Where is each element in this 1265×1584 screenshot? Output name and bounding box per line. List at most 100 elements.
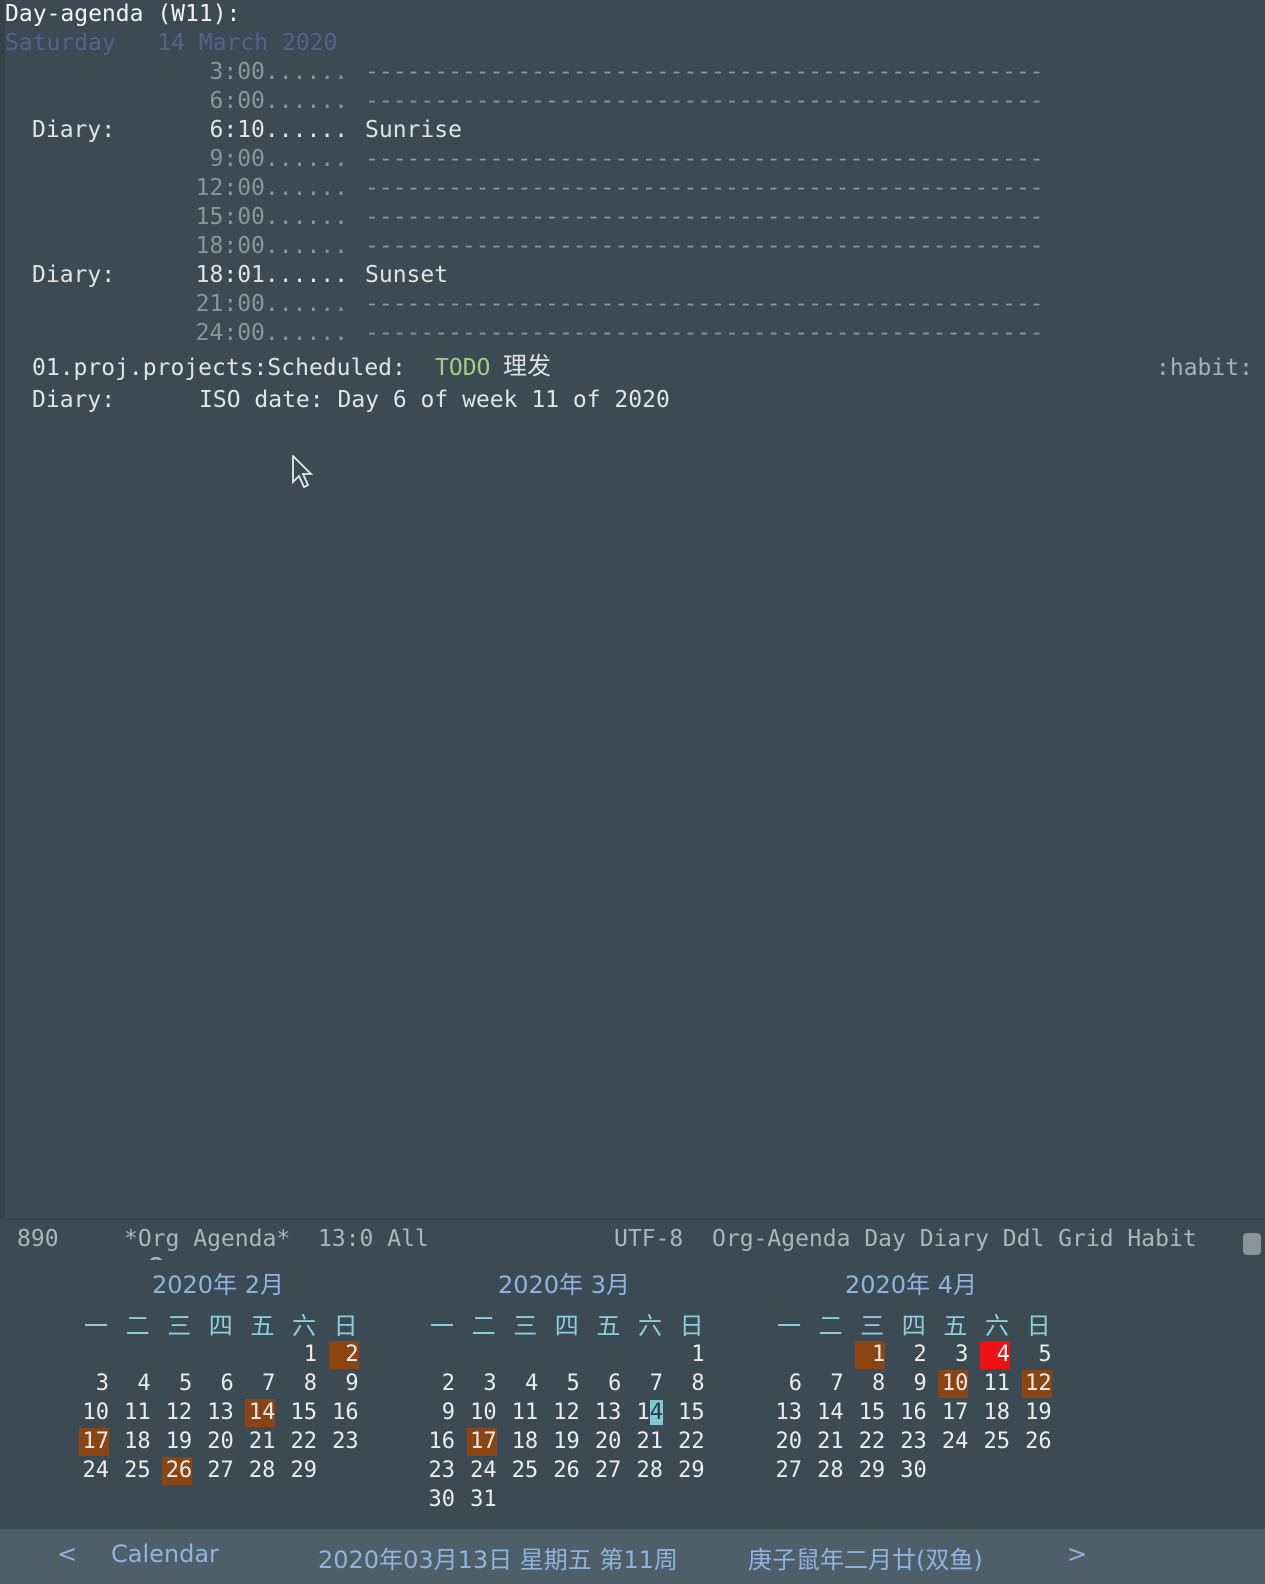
calendar-day[interactable]: 2: [328, 1341, 359, 1369]
calendar-day[interactable]: 6: [772, 1370, 802, 1398]
encoding[interactable]: UTF-8: [614, 1225, 683, 1254]
calendar-day[interactable]: 16: [897, 1399, 927, 1427]
calendar-day[interactable]: 12: [1021, 1370, 1052, 1398]
agenda-entry-text[interactable]: Sunset: [365, 261, 448, 290]
calendar-day[interactable]: 8: [675, 1370, 704, 1398]
calendar-day[interactable]: 27: [591, 1457, 622, 1485]
calendar-day[interactable]: 26: [162, 1457, 193, 1485]
calendar-day[interactable]: 14: [633, 1399, 663, 1427]
calendar-day[interactable]: 12: [550, 1399, 580, 1427]
calendar-day[interactable]: 3: [938, 1341, 968, 1369]
calendar-day[interactable]: 29: [675, 1457, 705, 1485]
calendar-day[interactable]: 23: [425, 1457, 456, 1485]
calendar-day[interactable]: 1: [855, 1341, 886, 1369]
calendar-day[interactable]: 13: [772, 1399, 803, 1427]
major-minor-modes[interactable]: Org-Agenda Day Diary Ddl Grid Habit: [712, 1225, 1197, 1254]
calendar-day[interactable]: 28: [245, 1457, 276, 1485]
calendar-day[interactable]: 10: [467, 1399, 497, 1427]
calendar-day[interactable]: 23: [329, 1428, 359, 1456]
calendar-day[interactable]: 22: [675, 1428, 705, 1456]
calendar-day[interactable]: 28: [814, 1457, 844, 1485]
calendar-prev-button[interactable]: <: [57, 1540, 77, 1568]
calendar-day[interactable]: 29: [855, 1457, 886, 1485]
calendar-day[interactable]: 14: [814, 1399, 844, 1427]
calendar-day[interactable]: 27: [772, 1457, 803, 1485]
calendar-day[interactable]: 8: [855, 1370, 885, 1398]
calendar-day[interactable]: 16: [329, 1399, 359, 1427]
calendar-day[interactable]: 24: [938, 1428, 969, 1456]
calendar-day[interactable]: 13: [591, 1399, 622, 1427]
notification-icon[interactable]: [1243, 1233, 1261, 1255]
calendar-day[interactable]: 17: [79, 1428, 109, 1456]
calendar-day[interactable]: 11: [980, 1370, 1011, 1398]
calendar-day[interactable]: 4: [121, 1370, 150, 1398]
calendar-day[interactable]: 22: [855, 1428, 886, 1456]
calendar-day[interactable]: 5: [162, 1370, 192, 1398]
calendar-day[interactable]: 16: [425, 1428, 456, 1456]
calendar-day[interactable]: 4: [508, 1370, 538, 1398]
calendar-day[interactable]: 7: [814, 1370, 843, 1398]
calendar-day[interactable]: 25: [121, 1457, 151, 1485]
calendar-day[interactable]: 6: [591, 1370, 621, 1398]
calendar-day[interactable]: 18: [508, 1428, 539, 1456]
iso-diary-text[interactable]: ISO date: Day 6 of week 11 of 2020: [199, 386, 670, 415]
calendar-day[interactable]: 4: [980, 1341, 1010, 1369]
calendar-day[interactable]: 15: [675, 1399, 705, 1427]
calendar-day[interactable]: 23: [897, 1428, 927, 1456]
calendar-day[interactable]: 11: [121, 1399, 151, 1427]
calendar-day[interactable]: 10: [938, 1370, 969, 1398]
calendar-day[interactable]: 26: [1022, 1428, 1052, 1456]
calendar-day[interactable]: 5: [550, 1370, 580, 1398]
agenda-date-header[interactable]: Saturday 14 March 2020: [5, 29, 337, 58]
calendar-day[interactable]: 27: [204, 1457, 234, 1485]
calendar-day[interactable]: 21: [633, 1428, 664, 1456]
calendar-day[interactable]: 1: [675, 1341, 704, 1369]
calendar-day[interactable]: 18: [121, 1428, 151, 1456]
calendar-day[interactable]: 19: [550, 1428, 580, 1456]
calendar-day[interactable]: 19: [162, 1428, 193, 1456]
calendar-day[interactable]: 31: [467, 1486, 497, 1514]
calendar-window[interactable]: 2020年 2月一二三四五六日 1 2 3 4 5 6 7 8 9 10 11 12 13 14 15 16 17…: [0, 1260, 1265, 1529]
calendar-day[interactable]: 3: [467, 1370, 496, 1398]
calendar-day[interactable]: 28: [633, 1457, 664, 1485]
calendar-day[interactable]: 2: [425, 1370, 455, 1398]
calendar-day[interactable]: 1: [287, 1341, 317, 1369]
calendar-day[interactable]: 5: [1022, 1341, 1051, 1369]
calendar-day[interactable]: 6: [204, 1370, 234, 1398]
calendar-day[interactable]: 20: [204, 1428, 234, 1456]
calendar-day[interactable]: 21: [245, 1428, 276, 1456]
calendar-day[interactable]: 21: [814, 1428, 844, 1456]
calendar-day[interactable]: 30: [425, 1486, 456, 1514]
calendar-day[interactable]: 13: [204, 1399, 234, 1427]
calendar-day[interactable]: 14: [245, 1399, 276, 1427]
calendar-day[interactable]: 22: [287, 1428, 318, 1456]
calendar-day[interactable]: 17: [938, 1399, 969, 1427]
calendar-day[interactable]: 24: [467, 1457, 497, 1485]
calendar-next-button[interactable]: >: [1067, 1540, 1087, 1568]
calendar-day[interactable]: 20: [591, 1428, 622, 1456]
calendar-day[interactable]: 7: [245, 1370, 275, 1398]
agenda-entry-text[interactable]: Sunrise: [365, 116, 462, 145]
calendar-day[interactable]: 7: [633, 1370, 663, 1398]
calendar-day[interactable]: 30: [897, 1457, 927, 1485]
todo-keyword[interactable]: TODO: [435, 354, 490, 383]
calendar-day[interactable]: 3: [79, 1370, 109, 1398]
calendar-day[interactable]: 18: [980, 1399, 1011, 1427]
calendar-day[interactable]: 17: [466, 1428, 497, 1456]
calendar-day[interactable]: 25: [980, 1428, 1011, 1456]
calendar-day[interactable]: 25: [508, 1457, 539, 1485]
calendar-day[interactable]: 19: [1022, 1399, 1052, 1427]
calendar-day[interactable]: 8: [287, 1370, 317, 1398]
calendar-day[interactable]: 24: [79, 1457, 110, 1485]
calendar-day[interactable]: 9: [897, 1370, 927, 1398]
calendar-day[interactable]: 15: [855, 1399, 886, 1427]
calendar-day[interactable]: 12: [162, 1399, 193, 1427]
scheduled-title[interactable]: 理发: [503, 352, 551, 381]
calendar-day[interactable]: 2: [897, 1341, 927, 1369]
calendar-day[interactable]: 26: [550, 1457, 580, 1485]
calendar-day[interactable]: 15: [287, 1399, 318, 1427]
calendar-day[interactable]: 10: [79, 1399, 110, 1427]
calendar-day[interactable]: 20: [772, 1428, 803, 1456]
calendar-day[interactable]: 9: [329, 1370, 358, 1398]
calendar-day[interactable]: 9: [425, 1399, 455, 1427]
